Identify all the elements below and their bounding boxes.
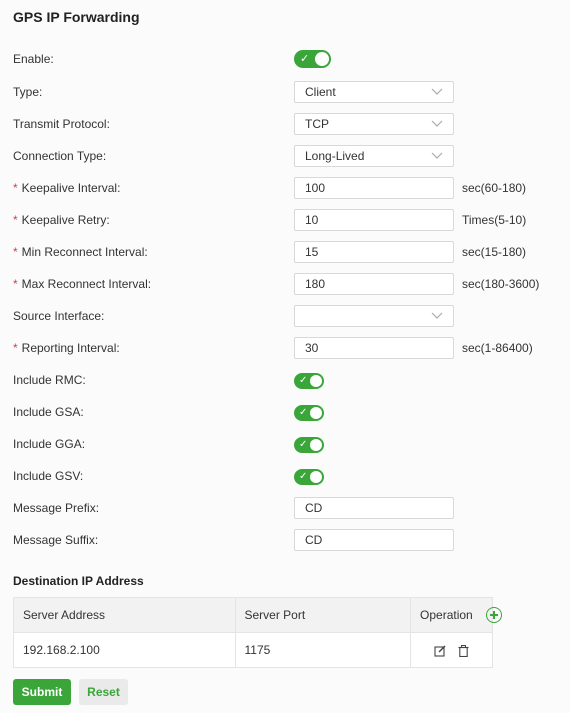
chevron-down-icon bbox=[431, 88, 443, 95]
keepalive-interval-input[interactable]: 100 bbox=[294, 177, 454, 199]
transmit-protocol-select[interactable]: TCP bbox=[294, 113, 454, 135]
chevron-down-icon bbox=[431, 152, 443, 159]
min-reconnect-input[interactable]: 15 bbox=[294, 241, 454, 263]
required-marker: * bbox=[13, 277, 18, 291]
server-port-cell: 1175 bbox=[234, 632, 412, 668]
keepalive-interval-hint: sec(60-180) bbox=[462, 181, 527, 195]
enable-label: Enable: bbox=[13, 52, 54, 66]
include-gga-row: Include GGA: ✓ bbox=[0, 433, 570, 457]
required-marker: * bbox=[13, 181, 18, 195]
max-reconnect-row: * Max Reconnect Interval: 180 sec(180-360… bbox=[0, 273, 570, 297]
enable-row: Enable: ✓ bbox=[0, 48, 570, 72]
edit-icon[interactable] bbox=[434, 645, 446, 657]
connection-type-select[interactable]: Long-Lived bbox=[294, 145, 454, 167]
keepalive-interval-label: * Keepalive Interval: bbox=[13, 181, 121, 195]
include-rmc-label: Include RMC: bbox=[13, 373, 86, 387]
table-header-row: Server Address Server Port Operation bbox=[13, 597, 502, 633]
keepalive-retry-input[interactable]: 10 bbox=[294, 209, 454, 231]
message-prefix-input[interactable]: CD bbox=[294, 497, 454, 519]
include-gsa-row: Include GSA: ✓ bbox=[0, 401, 570, 425]
max-reconnect-input[interactable]: 180 bbox=[294, 273, 454, 295]
type-select[interactable]: Client bbox=[294, 81, 454, 103]
include-rmc-row: Include RMC: ✓ bbox=[0, 369, 570, 393]
source-interface-select[interactable] bbox=[294, 305, 454, 327]
column-header-server-address: Server Address bbox=[13, 597, 236, 633]
keepalive-retry-hint: Times(5-10) bbox=[462, 213, 527, 227]
message-suffix-input[interactable]: CD bbox=[294, 529, 454, 551]
transmit-protocol-label: Transmit Protocol: bbox=[13, 117, 110, 131]
source-interface-label: Source Interface: bbox=[13, 309, 105, 323]
server-address-cell: 192.168.2.100 bbox=[13, 632, 236, 668]
trash-icon[interactable] bbox=[458, 644, 469, 657]
connection-type-row: Connection Type: Long-Lived bbox=[0, 145, 570, 169]
connection-type-label: Connection Type: bbox=[13, 149, 107, 163]
include-gga-toggle[interactable]: ✓ bbox=[294, 437, 324, 453]
operation-cell bbox=[410, 632, 493, 668]
type-row: Type: Client bbox=[0, 81, 570, 105]
submit-button[interactable]: Submit bbox=[13, 679, 71, 705]
check-icon: ✓ bbox=[299, 375, 308, 386]
message-suffix-row: Message Suffix: CD bbox=[0, 529, 570, 553]
chevron-down-icon bbox=[431, 312, 443, 319]
keepalive-retry-row: * Keepalive Retry: 10 Times(5-10) bbox=[0, 209, 570, 233]
required-marker: * bbox=[13, 341, 18, 355]
reporting-interval-row: * Reporting Interval: 30 sec(1-86400) bbox=[0, 337, 570, 361]
page-title: GPS IP Forwarding bbox=[13, 9, 140, 25]
max-reconnect-hint: sec(180-3600) bbox=[462, 277, 540, 291]
check-icon: ✓ bbox=[299, 407, 308, 418]
min-reconnect-row: * Min Reconnect Interval: 15 sec(15-180) bbox=[0, 241, 570, 265]
column-header-operation: Operation bbox=[410, 597, 502, 633]
column-header-server-port: Server Port bbox=[234, 597, 412, 633]
add-icon[interactable] bbox=[486, 607, 502, 623]
destination-table: Server Address Server Port Operation 192… bbox=[13, 597, 502, 668]
max-reconnect-label: * Max Reconnect Interval: bbox=[13, 277, 152, 291]
include-gsa-label: Include GSA: bbox=[13, 405, 84, 419]
include-rmc-toggle[interactable]: ✓ bbox=[294, 373, 324, 389]
include-gsa-toggle[interactable]: ✓ bbox=[294, 405, 324, 421]
message-prefix-label: Message Prefix: bbox=[13, 501, 100, 515]
reset-button[interactable]: Reset bbox=[79, 679, 128, 705]
reporting-interval-input[interactable]: 30 bbox=[294, 337, 454, 359]
include-gsv-toggle[interactable]: ✓ bbox=[294, 469, 324, 485]
message-suffix-label: Message Suffix: bbox=[13, 533, 99, 547]
reporting-interval-hint: sec(1-86400) bbox=[462, 341, 533, 355]
transmit-protocol-row: Transmit Protocol: TCP bbox=[0, 113, 570, 137]
table-row: 192.168.2.100 1175 bbox=[13, 632, 493, 668]
check-icon: ✓ bbox=[299, 439, 308, 450]
source-interface-row: Source Interface: bbox=[0, 305, 570, 329]
type-label: Type: bbox=[13, 85, 43, 99]
check-icon: ✓ bbox=[300, 53, 310, 65]
include-gga-label: Include GGA: bbox=[13, 437, 86, 451]
min-reconnect-label: * Min Reconnect Interval: bbox=[13, 245, 148, 259]
include-gsv-label: Include GSV: bbox=[13, 469, 84, 483]
chevron-down-icon bbox=[431, 120, 443, 127]
reporting-interval-label: * Reporting Interval: bbox=[13, 341, 120, 355]
keepalive-interval-row: * Keepalive Interval: 100 sec(60-180) bbox=[0, 177, 570, 201]
keepalive-retry-label: * Keepalive Retry: bbox=[13, 213, 110, 227]
check-icon: ✓ bbox=[299, 471, 308, 482]
include-gsv-row: Include GSV: ✓ bbox=[0, 465, 570, 489]
destination-section-title: Destination IP Address bbox=[13, 574, 144, 588]
required-marker: * bbox=[13, 213, 18, 227]
required-marker: * bbox=[13, 245, 18, 259]
enable-toggle[interactable]: ✓ bbox=[294, 50, 331, 68]
message-prefix-row: Message Prefix: CD bbox=[0, 497, 570, 521]
min-reconnect-hint: sec(15-180) bbox=[462, 245, 527, 259]
